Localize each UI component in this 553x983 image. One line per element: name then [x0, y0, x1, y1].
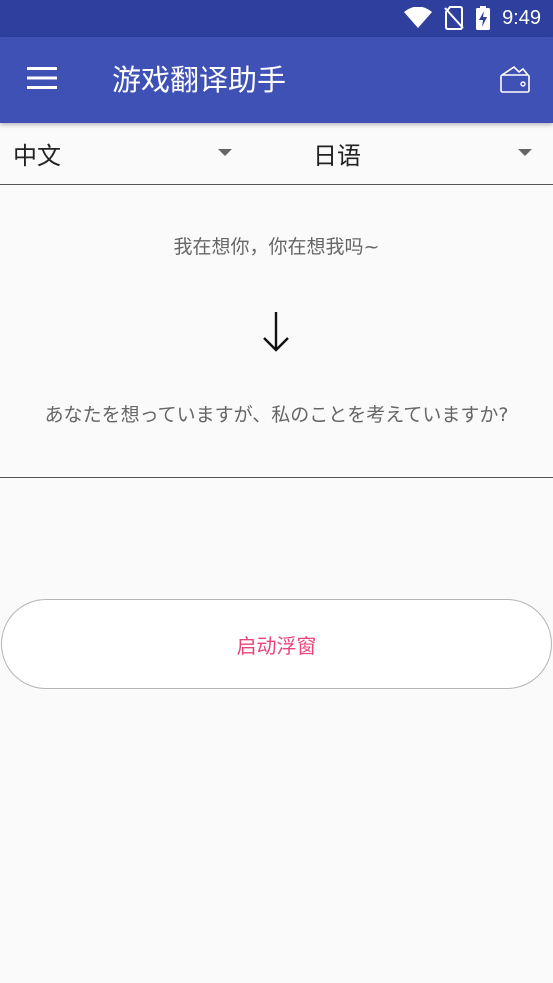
start-float-window-button[interactable]: 启动浮窗: [1, 599, 552, 689]
wallet-button[interactable]: [495, 61, 535, 101]
menu-icon: [27, 67, 57, 93]
dropdown-arrow-icon: [218, 149, 232, 156]
start-float-window-label: 启动浮窗: [236, 633, 317, 658]
divider: [0, 477, 553, 478]
app-bar: 游戏翻译助手: [0, 37, 553, 123]
dropdown-arrow-icon: [518, 149, 532, 156]
target-language-label: 日语: [313, 142, 361, 170]
app-title: 游戏翻译助手: [112, 63, 287, 97]
source-language-dropdown[interactable]: 中文: [0, 123, 240, 184]
translated-text: あなたを想っていますが、私のことを考えていますか?: [44, 404, 509, 426]
menu-button[interactable]: [20, 60, 64, 100]
source-language-label: 中文: [13, 142, 61, 170]
status-time: 9:49: [502, 7, 541, 29]
status-icons: 9:49: [404, 6, 541, 30]
wifi-icon: [404, 7, 433, 29]
no-sim-icon: [444, 6, 464, 30]
status-bar: 9:49: [0, 0, 553, 37]
target-language-dropdown[interactable]: 日语: [300, 123, 540, 184]
arrow-down-icon: [260, 310, 292, 354]
wallet-icon: [499, 64, 531, 98]
language-selector-row: 中文 日语: [0, 123, 553, 185]
battery-charging-icon: [476, 6, 491, 30]
source-text: 我在想你，你在想我吗~: [173, 236, 380, 258]
